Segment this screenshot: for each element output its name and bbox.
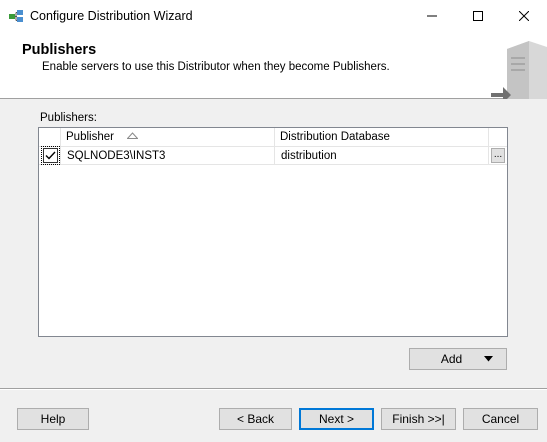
publisher-cell: SQLNODE3\INST3: [61, 147, 275, 165]
back-button[interactable]: < Back: [219, 408, 292, 430]
publisher-name: SQLNODE3\INST3: [67, 150, 166, 162]
add-button[interactable]: Add: [409, 348, 507, 370]
page-title: Publishers: [22, 42, 97, 58]
window-title: Configure Distribution Wizard: [30, 8, 193, 23]
minimize-button[interactable]: [409, 0, 455, 31]
publishers-label: Publishers:: [40, 112, 97, 124]
browse-button[interactable]: ...: [491, 148, 505, 163]
checkbox-column-header: [39, 128, 61, 147]
dropdown-arrow-icon: [484, 356, 494, 362]
distribution-database-column-header[interactable]: Distribution Database: [275, 128, 489, 147]
footer-separator: [0, 388, 547, 390]
checkmark-icon: [45, 151, 56, 160]
cancel-button[interactable]: Cancel: [463, 408, 538, 430]
add-button-label: Add: [440, 352, 463, 366]
distribution-database-column-label: Distribution Database: [280, 131, 390, 143]
page-subtitle: Enable servers to use this Distributor w…: [42, 61, 390, 73]
publishers-grid[interactable]: Publisher Distribution Database SQLNODE3…: [38, 127, 508, 337]
finish-button[interactable]: Finish >>|: [381, 408, 456, 430]
wizard-app-icon: [9, 9, 23, 22]
help-button[interactable]: Help: [17, 408, 89, 430]
maximize-icon: [473, 10, 483, 21]
grid-header: Publisher Distribution Database: [39, 128, 507, 147]
wizard-header: Publishers Enable servers to use this Di…: [0, 31, 547, 99]
close-button[interactable]: [501, 0, 547, 31]
publisher-checkbox[interactable]: [41, 146, 60, 165]
next-button[interactable]: Next >: [299, 408, 374, 430]
server-illustration-icon: [491, 41, 547, 99]
minimize-icon: [427, 15, 437, 16]
distribution-database-cell[interactable]: distribution: [275, 147, 489, 165]
title-bar: Configure Distribution Wizard: [0, 0, 547, 31]
publisher-column-label: Publisher: [66, 131, 114, 143]
table-row[interactable]: SQLNODE3\INST3 distribution ...: [39, 146, 507, 165]
sort-ascending-icon: [126, 132, 139, 139]
publisher-column-header[interactable]: Publisher: [61, 128, 275, 147]
browse-column-header: [489, 128, 507, 147]
close-icon: [519, 10, 529, 21]
maximize-button[interactable]: [455, 0, 501, 31]
checkbox-cell: [39, 146, 61, 165]
distribution-database-value: distribution: [281, 150, 337, 162]
